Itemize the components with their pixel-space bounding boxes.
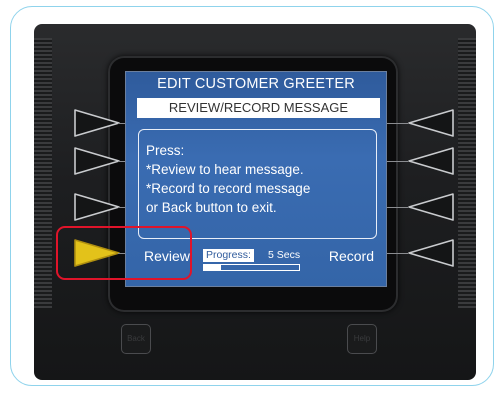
speaker-grille-left	[34, 38, 52, 308]
leader-line	[386, 123, 408, 124]
softkey-left-3-button[interactable]	[72, 190, 124, 224]
leader-line	[386, 253, 408, 254]
help-button[interactable]: Help	[347, 324, 377, 354]
leader-line	[386, 207, 408, 208]
message-line: *Record to record message	[146, 181, 311, 196]
progress-bar-fill	[204, 265, 222, 270]
softkey-right-3-button[interactable]	[404, 190, 456, 224]
triangle-left-icon	[408, 147, 454, 175]
softkey-right-2-button[interactable]	[404, 144, 456, 178]
help-button-label: Help	[353, 334, 371, 343]
back-button[interactable]: Back	[121, 324, 151, 354]
message-line: or Back button to exit.	[146, 200, 277, 215]
triangle-left-icon	[408, 239, 454, 267]
screen-title: EDIT CUSTOMER GREETER	[157, 76, 355, 92]
softkey-right-1-button[interactable]	[404, 106, 456, 140]
back-button-label: Back	[127, 334, 145, 343]
leader-line	[386, 161, 408, 162]
triangle-left-icon	[408, 109, 454, 137]
speaker-grille-right	[458, 38, 476, 308]
message-line: *Review to hear message.	[146, 162, 304, 177]
triangle-right-icon	[74, 147, 120, 175]
message-box: Press: *Review to hear message. *Record …	[138, 129, 377, 239]
review-highlight-callout	[56, 226, 192, 280]
softkey-left-1-button[interactable]	[72, 106, 124, 140]
triangle-right-icon	[74, 109, 120, 137]
screen-subtitle: REVIEW/RECORD MESSAGE	[137, 98, 380, 118]
progress-label: Progress:	[203, 249, 254, 262]
softkey-record-button[interactable]	[404, 236, 456, 270]
softkey-left-2-button[interactable]	[72, 144, 124, 178]
progress-time: 5 Secs	[268, 249, 301, 261]
progress-bar	[203, 264, 300, 271]
triangle-left-icon	[408, 193, 454, 221]
record-softkey-label: Record	[328, 248, 374, 264]
message-line: Press:	[146, 143, 185, 158]
triangle-right-icon	[74, 193, 120, 221]
